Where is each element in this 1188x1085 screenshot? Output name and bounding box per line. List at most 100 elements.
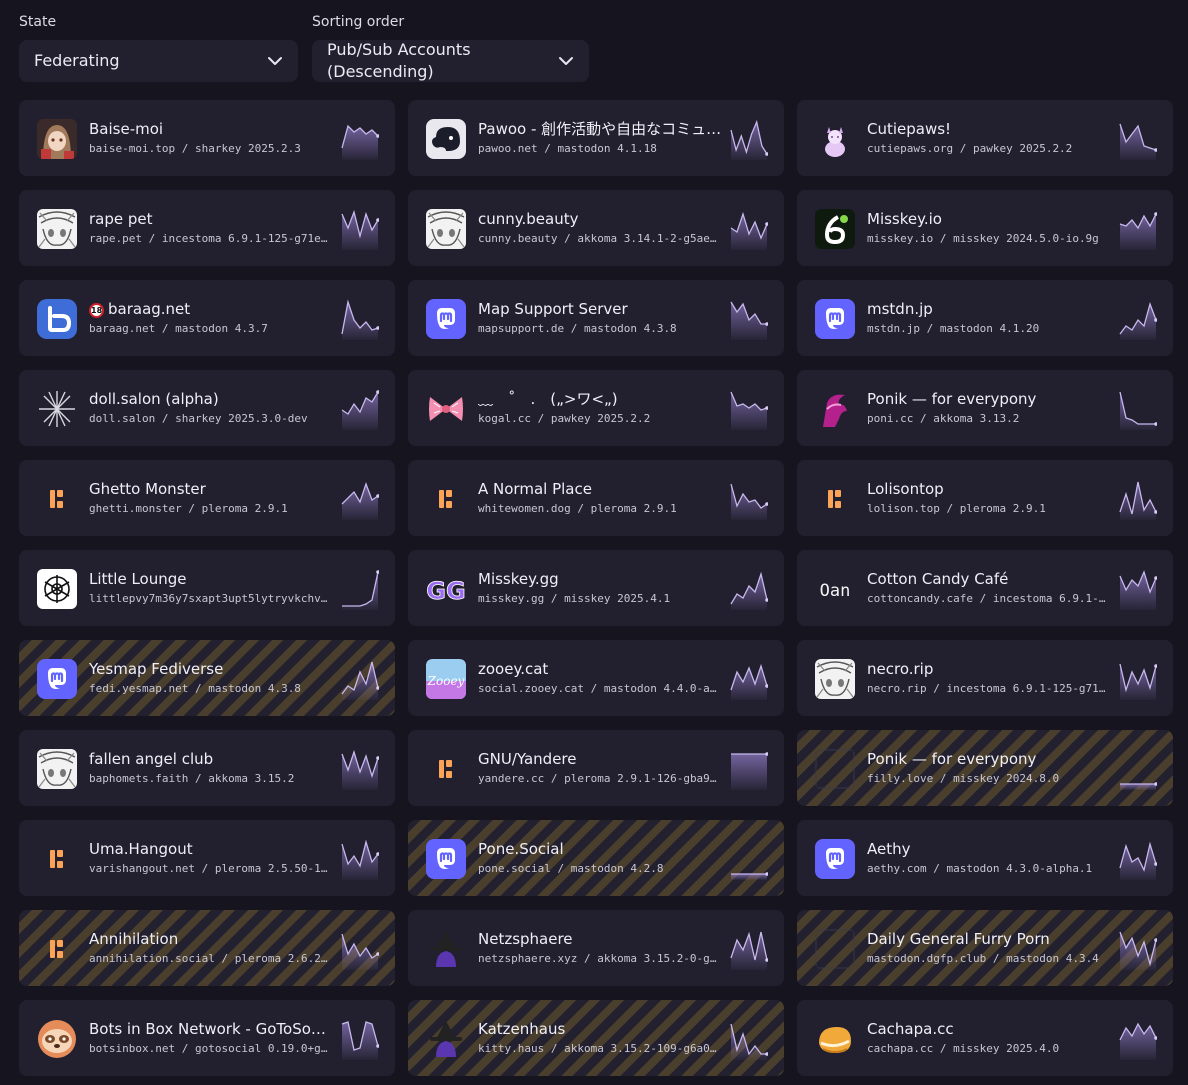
instance-software: mastodon 4.1.20: [939, 322, 1040, 335]
instance-domain: cottoncandy.cafe: [867, 592, 973, 605]
instance-card[interactable]: Cutiepaws! cutiepaws.org / pawkey 2025.2.…: [797, 100, 1173, 176]
meta-separator: /: [544, 1042, 565, 1055]
instance-software: incestoma 6.9.1-125-g71e69: [161, 232, 334, 245]
instance-domain: doll.salon: [89, 412, 156, 425]
mastodon-icon: [815, 299, 855, 339]
instance-software: pleroma 2.9.1: [201, 502, 288, 515]
instance-meta: baraag.net / mastodon 4.3.7: [89, 321, 334, 337]
instance-domain: pone.social: [478, 862, 551, 875]
meta-separator: /: [972, 592, 993, 605]
instance-meta: misskey.io / misskey 2024.5.0-io.9g: [867, 231, 1112, 247]
state-select-value: Federating: [34, 51, 120, 70]
meta-separator: /: [544, 772, 565, 785]
instance-name-text: fallen angel club: [89, 750, 214, 768]
instance-card[interactable]: Zooey zooey.cat social.zooey.cat / mastodo…: [408, 640, 784, 716]
instance-meta: varishangout.net / pleroma 2.5.50-149-g: [89, 861, 334, 877]
meta-separator: /: [953, 142, 973, 155]
meta-separator: /: [188, 682, 209, 695]
mastodon-icon: [37, 659, 77, 699]
instance-name: ﹏ ˚ . („>ワ<„): [478, 389, 723, 409]
instance-card[interactable]: Pone.Social pone.social / mastodon 4.2.8: [408, 820, 784, 896]
instance-name: Annihilation: [89, 929, 334, 949]
state-select[interactable]: Federating: [19, 40, 298, 82]
instance-card[interactable]: rape pet rape.pet / incestoma 6.9.1-125-g…: [19, 190, 395, 266]
instance-domain: social.zooey.cat: [478, 682, 584, 695]
instance-software: pleroma 2.9.1: [590, 502, 677, 515]
instance-card[interactable]: Aethy aethy.com / mastodon 4.3.0-alpha.1: [797, 820, 1173, 896]
instance-grid: Baise-moi baise-moi.top / sharkey 2025.2.…: [19, 100, 1173, 1076]
instance-domain: fedi.yesmap.net: [89, 682, 189, 695]
instance-meta: yandere.cc / pleroma 2.9.1-126-gba9be: [478, 771, 723, 787]
instance-card[interactable]: A Normal Place whitewomen.dog / pleroma 2…: [408, 460, 784, 536]
instance-card[interactable]: mstdn.jp mstdn.jp / mastodon 4.1.20: [797, 280, 1173, 356]
instance-meta: filly.love / misskey 2024.8.0: [867, 771, 1112, 787]
instance-card[interactable]: Uma.Hangout varishangout.net / pleroma 2.…: [19, 820, 395, 896]
instance-card[interactable]: Annihilation annihilation.social / plerom…: [19, 910, 395, 986]
instance-card[interactable]: GG Misskey.gg misskey.gg / misskey 2025.4.…: [408, 550, 784, 626]
instance-meta: pone.social / mastodon 4.2.8: [478, 861, 723, 877]
instance-meta: cachapa.cc / misskey 2025.4.0: [867, 1041, 1112, 1057]
instance-card[interactable]: necro.rip necro.rip / incestoma 6.9.1-125…: [797, 640, 1173, 716]
instance-name: Little Lounge: [89, 569, 334, 589]
instance-name-text: A Normal Place: [478, 480, 592, 498]
instance-card[interactable]: GNU/Yandere yandere.cc / pleroma 2.9.1-12…: [408, 730, 784, 806]
instance-meta: pawoo.net / mastodon 4.1.18: [478, 141, 723, 157]
pony-icon: [815, 389, 855, 429]
cachapa-icon: [815, 1019, 855, 1059]
instance-name: Aethy: [867, 839, 1112, 859]
instance-name-text: Map Support Server: [478, 300, 628, 318]
instance-card[interactable]: Oan Cotton Candy Café cottoncandy.cafe / i…: [797, 550, 1173, 626]
pleroma-icon: [37, 929, 77, 969]
instance-software: mastodon 4.1.18: [557, 142, 657, 155]
instance-meta: netzsphaere.xyz / akkoma 3.15.2-0-g5b: [478, 951, 723, 967]
activity-sparkline: [730, 663, 768, 700]
instance-card[interactable]: Baise-moi baise-moi.top / sharkey 2025.2.…: [19, 100, 395, 176]
instance-card[interactable]: Yesmap Fediverse fedi.yesmap.net / mastod…: [19, 640, 395, 716]
filters-bar: State Federating Sorting order Pub/Sub A…: [19, 12, 589, 82]
instance-card[interactable]: cunny.beauty cunny.beauty / akkoma 3.14.1…: [408, 190, 784, 266]
instance-card[interactable]: Map Support Server mapsupport.de / mastod…: [408, 280, 784, 356]
instance-software: sharkey 2025.3.0-dev: [175, 412, 308, 425]
instance-meta: necro.rip / incestoma 6.9.1-125-g71e69: [867, 681, 1112, 697]
instance-card[interactable]: Misskey.io misskey.io / misskey 2024.5.0-…: [797, 190, 1173, 266]
activity-sparkline: [731, 752, 768, 790]
instance-name-text: ﹏ ˚ . („>ワ<„): [478, 390, 618, 408]
instance-card[interactable]: Daily General Furry Porn mastodon.dgfp.cl…: [797, 910, 1173, 986]
instance-card[interactable]: ﹏ ˚ . („>ワ<„) kogal.cc / pawkey 2025.2.2: [408, 370, 784, 446]
instance-card[interactable]: Ghetto Monster ghetti.monster / pleroma 2…: [19, 460, 395, 536]
instance-card[interactable]: Ponik — for everypony poni.cc / akkoma 3.…: [797, 370, 1173, 446]
anime-doodle-icon: [37, 749, 77, 789]
instance-card[interactable]: Netzsphaere netzsphaere.xyz / akkoma 3.15…: [408, 910, 784, 986]
instance-card[interactable]: Cachapa.cc cachapa.cc / misskey 2025.4.0: [797, 1000, 1173, 1076]
instance-card[interactable]: Katzenhaus kitty.haus / akkoma 3.15.2-109…: [408, 1000, 784, 1076]
instance-software: pleroma 2.9.1-126-gba9be: [564, 772, 723, 785]
instance-software: mastodon 4.3.7: [175, 322, 268, 335]
instance-software: pleroma 2.9.1: [959, 502, 1046, 515]
activity-sparkline: [730, 391, 768, 430]
instance-card[interactable]: doll.salon (alpha) doll.salon / sharkey 2…: [19, 370, 395, 446]
instance-name: Cachapa.cc: [867, 1019, 1112, 1039]
sort-select[interactable]: Pub/Sub Accounts (Descending): [312, 40, 589, 82]
instance-name: Uma.Hangout: [89, 839, 334, 859]
instance-name-text: Misskey.io: [867, 210, 942, 228]
instance-card[interactable]: Little Lounge littlepvy7m36y7sxapt3upt5ly…: [19, 550, 395, 626]
instance-name-text: necro.rip: [867, 660, 934, 678]
state-filter: State Federating: [19, 12, 298, 82]
instance-name: Netzsphaere: [478, 929, 723, 949]
sort-filter: Sorting order Pub/Sub Accounts (Descendi…: [312, 12, 589, 82]
misskey-gg-icon: GG: [426, 569, 466, 609]
instance-software: pawkey 2025.2.2: [972, 142, 1073, 155]
instance-card[interactable]: Pawoo - 創作活動や自由なコミュニケーションを楽しめる創作活動SNS paw…: [408, 100, 784, 176]
svg-text:GG: GG: [426, 577, 465, 605]
instance-meta: rape.pet / incestoma 6.9.1-125-g71e69: [89, 231, 334, 247]
instance-domain: baraag.net: [89, 322, 156, 335]
instance-domain: kitty.haus: [478, 1042, 545, 1055]
instance-card[interactable]: fallen angel club baphomets.faith / akkom…: [19, 730, 395, 806]
instance-card[interactable]: 18 baraag.net baraag.net / mastodon 4.3.7: [19, 280, 395, 356]
instance-card[interactable]: Ponik — for everypony filly.love / misske…: [797, 730, 1173, 806]
instance-card[interactable]: Lolisontop lolison.top / pleroma 2.9.1: [797, 460, 1173, 536]
instance-meta: whitewomen.dog / pleroma 2.9.1: [478, 501, 723, 517]
meta-separator: /: [939, 502, 960, 515]
instance-card[interactable]: Bots in Box Network - GoToSocial botsinbo…: [19, 1000, 395, 1076]
instance-domain: botsinbox.net: [89, 1042, 176, 1055]
